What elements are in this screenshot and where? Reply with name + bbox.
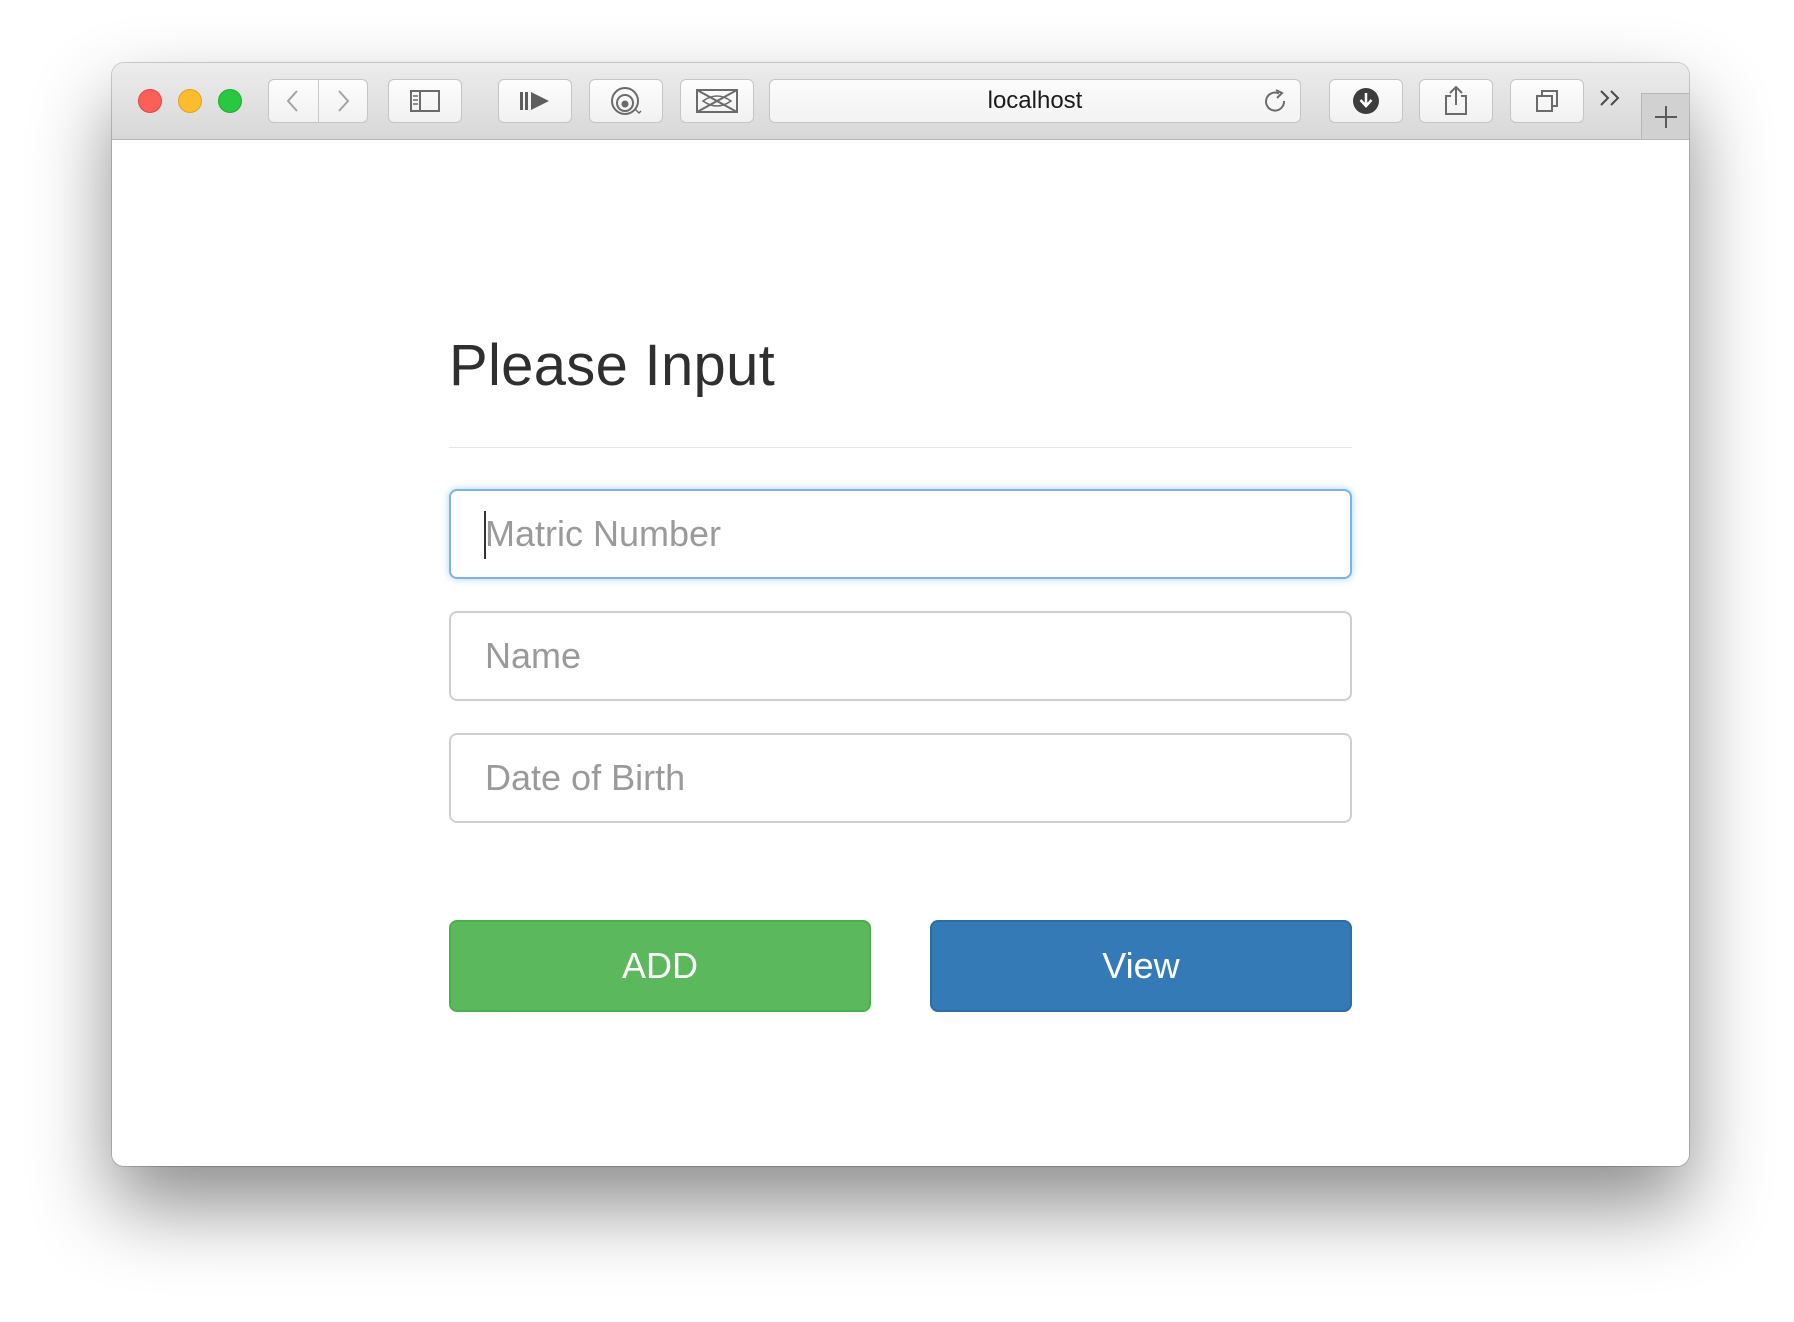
sidebar-icon (410, 90, 440, 112)
minimize-window-button[interactable] (178, 89, 202, 113)
tab-overview-button[interactable] (1510, 79, 1584, 123)
back-button[interactable] (269, 80, 319, 122)
text-caret (484, 511, 486, 559)
address-bar[interactable]: localhost (769, 79, 1301, 123)
close-window-button[interactable] (138, 89, 162, 113)
page-content: Please Input ADD View (112, 140, 1689, 1166)
skip-forward-icon (520, 92, 549, 110)
target-icon (611, 87, 642, 115)
reload-icon[interactable] (1262, 88, 1290, 116)
more-chevron-icon[interactable] (1598, 85, 1624, 113)
share-button[interactable] (1419, 79, 1493, 123)
view-button[interactable]: View (930, 920, 1352, 1012)
downloads-button[interactable] (1329, 79, 1403, 123)
browser-window: localhost Please Input ADD View (112, 63, 1689, 1166)
share-icon (1445, 85, 1467, 115)
date-of-birth-input[interactable] (449, 733, 1352, 823)
browser-toolbar: localhost (112, 63, 1689, 140)
address-text: localhost (987, 87, 1083, 114)
sidebar-button[interactable] (388, 79, 462, 123)
page-title: Please Input (449, 333, 776, 398)
new-tab-button[interactable] (1641, 93, 1689, 139)
plus-icon (1654, 105, 1677, 128)
forward-button[interactable] (319, 80, 368, 122)
name-input[interactable] (449, 611, 1352, 701)
chevron-left-icon (286, 90, 298, 112)
download-icon (1353, 88, 1379, 114)
chevron-right-icon (338, 90, 350, 112)
add-button[interactable]: ADD (449, 920, 871, 1012)
tabs-icon (1536, 90, 1558, 112)
matric-number-input[interactable] (449, 489, 1352, 579)
media-skip-button[interactable] (498, 79, 572, 123)
bowtie-icon (696, 89, 738, 113)
extension-button-2[interactable] (680, 79, 754, 123)
navigation-buttons (268, 79, 368, 123)
zoom-window-button[interactable] (218, 89, 242, 113)
title-divider (449, 447, 1352, 448)
extension-button-1[interactable] (589, 79, 663, 123)
